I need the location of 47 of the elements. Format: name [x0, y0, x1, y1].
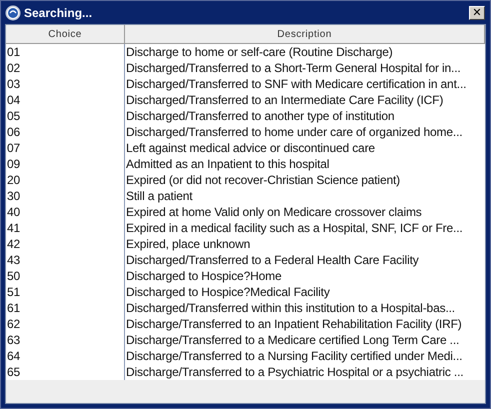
table-cell: 05 — [7, 109, 20, 123]
table-cell: 30 — [7, 189, 20, 203]
table-cell: Expired in a medical facility such as a Hospital, SNF, ICF or Fre... — [126, 221, 463, 235]
table-cell: 03 — [7, 77, 20, 91]
table-cell: 04 — [7, 93, 20, 107]
table-cell: Discharge/Transferred to a Medicare certified Long Term Care ... — [126, 333, 460, 347]
table-cell: Discharge/Transferred to an Inpatient Rehabilitation Facility (IRF) — [126, 317, 462, 331]
table-cell: 06 — [7, 125, 20, 139]
column-header[interactable]: Description — [125, 25, 485, 44]
table-cell: Expired (or did not recover-Christian Science patient) — [126, 173, 400, 187]
table-cell: Discharged to Hospice?Home — [126, 269, 282, 283]
table-cell: 43 — [7, 253, 20, 267]
table-cell: 50 — [7, 269, 20, 283]
table-cell: Discharged/Transferred to another type of institution — [126, 109, 394, 123]
table-cell: 65 — [7, 365, 20, 379]
table-cell: Expired, place unknown — [126, 237, 250, 251]
table-cell: Still a patient — [126, 189, 192, 203]
table-cell: 01 — [7, 45, 20, 59]
table-cell: Discharged/Transferred to a Federal Health Care Facility — [126, 253, 419, 267]
table-cell: 40 — [7, 205, 20, 219]
table-cell: 02 — [7, 61, 20, 75]
table-cell: 41 — [7, 221, 20, 235]
table-cell: Discharged/Transferred within this institution to a Hospital-bas... — [126, 301, 455, 315]
table-cell: 61 — [7, 301, 20, 315]
table-cell: Discharged to Hospice?Medical Facility — [126, 285, 330, 299]
table-cell: Admitted as an Inpatient to this hospital — [126, 157, 330, 171]
table-cell: 42 — [7, 237, 20, 251]
table-cell: 62 — [7, 317, 20, 331]
table-cell: Discharged/Transferred to an Intermediate Care Facility (ICF) — [126, 93, 444, 107]
table-cell: Discharged/Transferred to home under care of organized home... — [126, 125, 462, 139]
app-logo-icon — [5, 4, 21, 20]
table-cell: Discharged/Transferred to SNF with Medicare certification in ant... — [126, 77, 466, 91]
table-cell: Discharged/Transferred to a Short-Term General Hospital for in... — [126, 61, 461, 75]
table-cell: Discharge/Transferred to a Psychiatric Hospital or a psychiatric ... — [126, 365, 464, 379]
close-button[interactable]: ✕ — [469, 6, 485, 20]
table-cell: 07 — [7, 141, 20, 155]
table-cell: 51 — [7, 285, 20, 299]
window-title: Searching... — [24, 6, 94, 20]
table-cell: Discharge/Transferred to a Nursing Facility certified under Medi... — [126, 349, 462, 363]
table-cell: Left against medical advice or discontinued care — [126, 141, 375, 155]
table-cell: Discharge to home or self-care (Routine Discharge) — [126, 45, 393, 59]
table-cell: Expired at home Valid only on Medicare crossover claims — [126, 205, 422, 219]
column-header[interactable]: Choice — [6, 25, 125, 44]
table-cell: 09 — [7, 157, 20, 171]
table-cell: 20 — [7, 173, 20, 187]
table-cell: 64 — [7, 349, 20, 363]
table-cell: 63 — [7, 333, 20, 347]
